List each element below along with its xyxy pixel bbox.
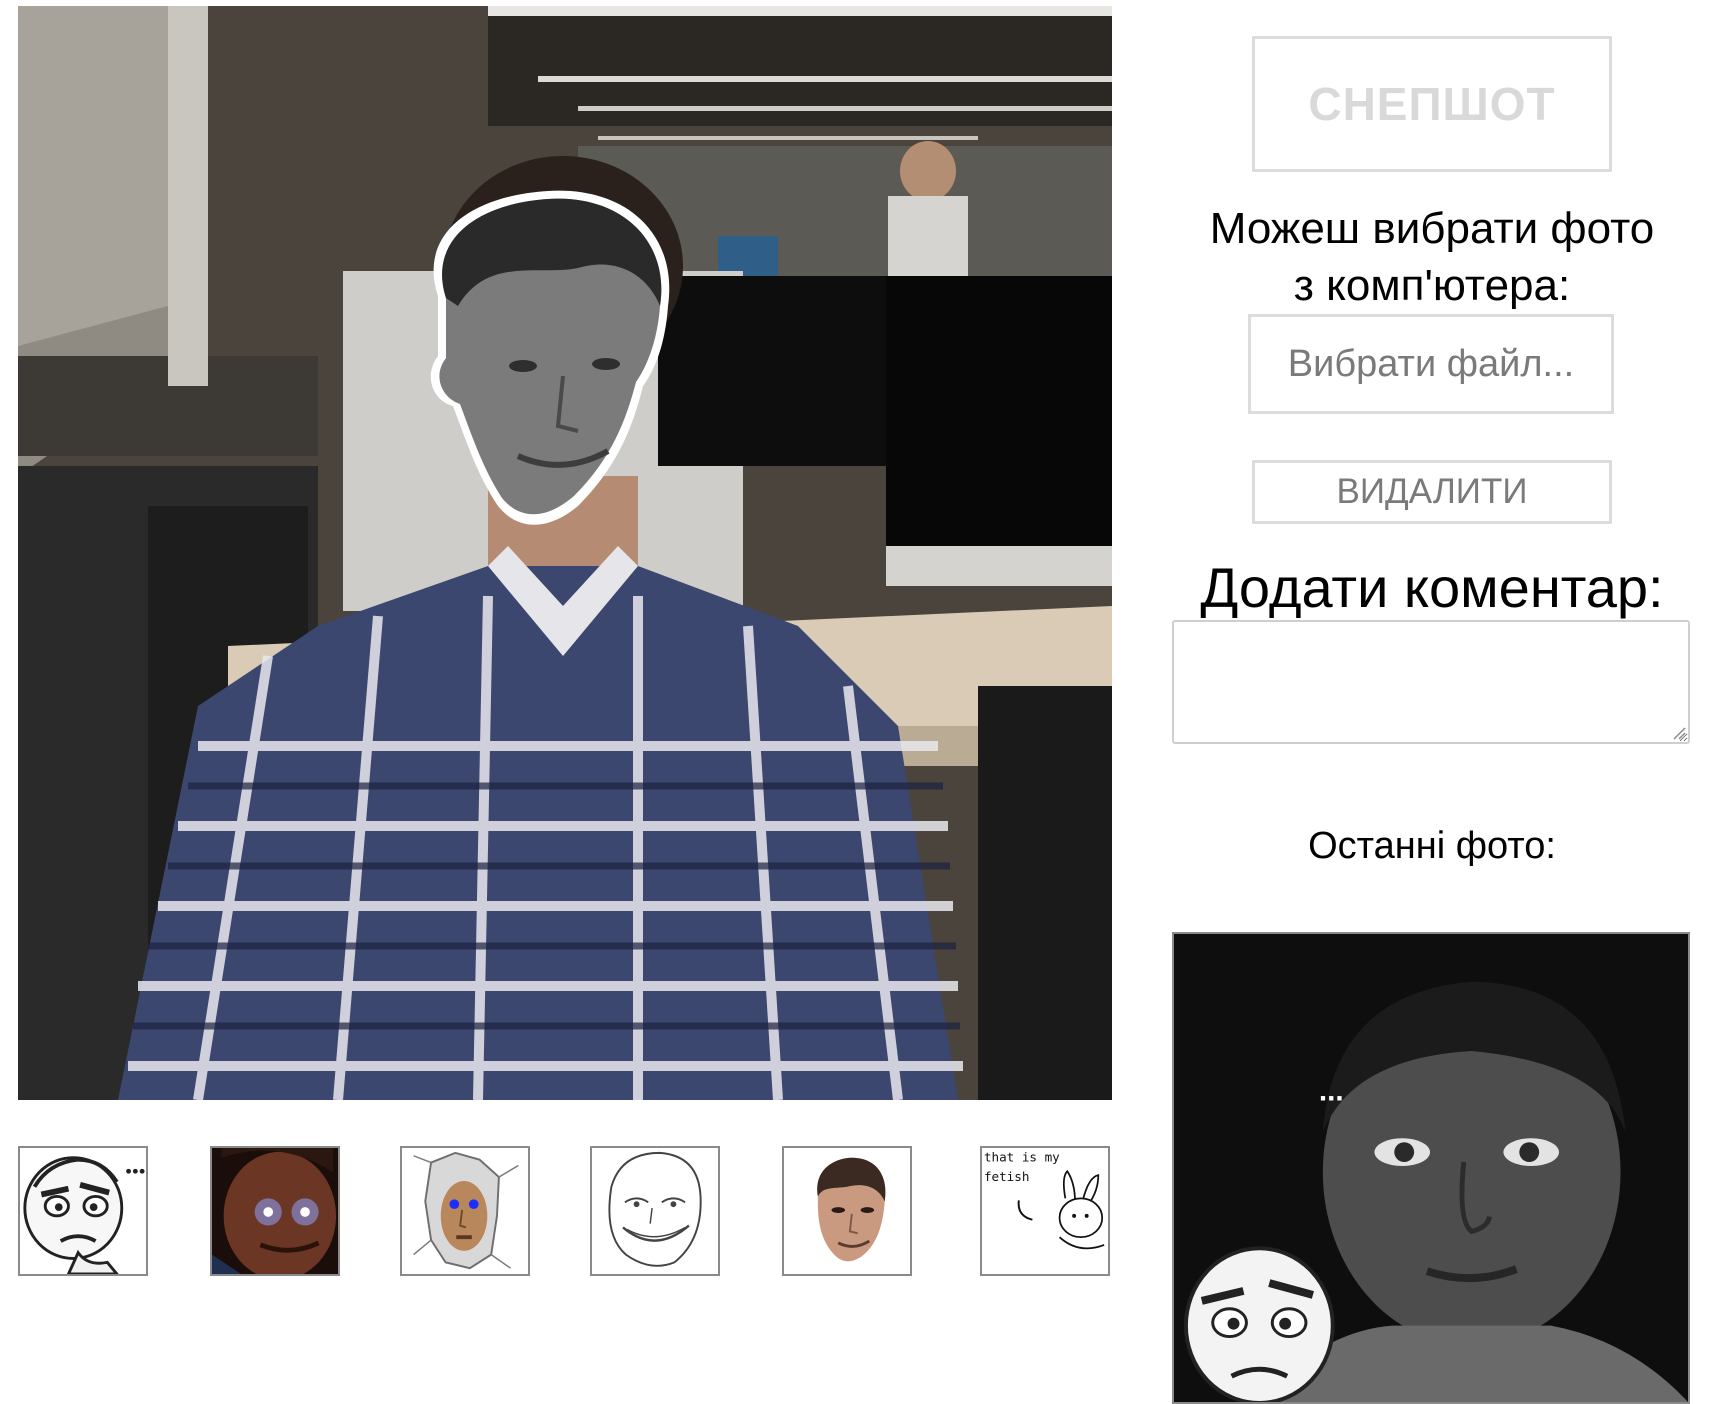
recent-photo-item[interactable]: ... <box>1172 932 1690 1404</box>
choose-photo-label: Можеш вибрати фото з комп'ютера: <box>1172 200 1692 314</box>
sticker-cracked-wall-face[interactable] <box>400 1146 530 1276</box>
recent-photos-label: Останні фото: <box>1308 825 1556 867</box>
recent-photo-overlay-text: ... <box>1319 1075 1344 1108</box>
sticker-kappa-face[interactable] <box>782 1146 912 1276</box>
sticker-that-is-my-fetish[interactable]: that is my fetish <box>980 1146 1110 1276</box>
add-comment-heading: Додати коментар: <box>1200 556 1664 619</box>
recent-photo-image: ... <box>1174 934 1688 1402</box>
sticker-glowing-eyes-face[interactable] <box>210 1146 340 1276</box>
webcam-feed-image <box>18 6 1112 1100</box>
sticker-caption-line2: fetish <box>984 1169 1030 1184</box>
delete-button[interactable]: ВИДАЛИТИ <box>1252 460 1612 524</box>
choose-file-button[interactable]: Вибрати файл... <box>1248 314 1614 414</box>
choose-photo-label-line1: Можеш вибрати фото <box>1209 204 1655 253</box>
sticker-caption-line1: that is my <box>984 1150 1060 1165</box>
sticker-rage-face-thinking[interactable] <box>18 1146 148 1276</box>
glowing-eyes-face-icon <box>212 1148 338 1274</box>
webcam-preview <box>18 6 1112 1100</box>
kappa-face-icon <box>784 1148 910 1274</box>
comment-textarea[interactable] <box>1172 620 1690 744</box>
grinning-troll-face-icon <box>592 1148 718 1274</box>
sticker-grinning-troll-face[interactable] <box>590 1146 720 1276</box>
choose-photo-label-line2: з комп'ютера: <box>1293 261 1571 310</box>
rage-face-thinking-icon <box>20 1148 146 1274</box>
snapshot-button[interactable]: СНЕПШОТ <box>1252 36 1612 172</box>
that-is-my-fetish-icon: that is my fetish <box>982 1148 1108 1274</box>
cracked-wall-face-icon <box>402 1148 528 1274</box>
